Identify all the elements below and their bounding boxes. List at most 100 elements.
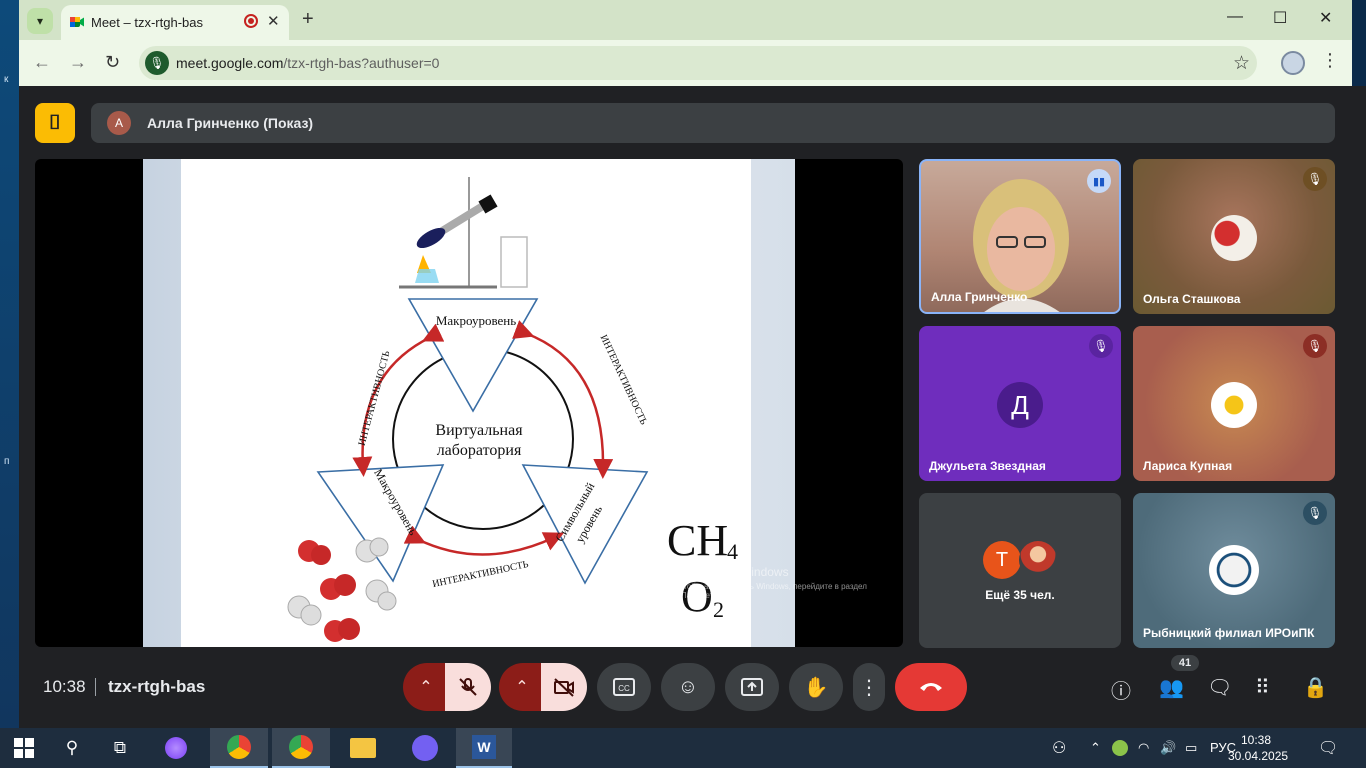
- chevron-up-icon: ⌃: [515, 679, 529, 696]
- maximize-icon[interactable]: ☐: [1273, 8, 1287, 28]
- arc-label-left: ИНТЕРАКТИВНОСТЬ: [357, 349, 393, 447]
- taskbar-viber[interactable]: [396, 728, 454, 768]
- notifications-icon[interactable]: 🗨: [1318, 738, 1338, 758]
- site-info-icon[interactable]: 🎙: [145, 51, 169, 75]
- divider: [95, 678, 96, 696]
- molecule-models-icon: [287, 537, 397, 642]
- taskbar-chrome-1[interactable]: [210, 728, 268, 768]
- taskbar-file-explorer[interactable]: [334, 728, 392, 768]
- windows-logo-icon: [14, 738, 34, 758]
- desktop-edge: к п: [0, 0, 19, 728]
- taskbar-word[interactable]: W: [456, 728, 512, 768]
- mic-options-button[interactable]: ⌃: [403, 663, 449, 711]
- watermark-subtitle: Чтобы активировать Windows, перейдите в …: [678, 582, 867, 600]
- meet-app: ⌷ А Алла Гринченко (Показ) Макроуровень …: [19, 86, 1352, 728]
- participant-tile[interactable]: 🎙 Рыбницкий филиал ИРОиПК: [1133, 493, 1335, 648]
- taskbar-clock[interactable]: 10:38 30.04.2025: [1228, 732, 1289, 764]
- captions-button[interactable]: CC: [597, 663, 651, 711]
- mic-off-icon: 🎙: [1303, 334, 1327, 358]
- chevron-up-icon: ⌃: [419, 679, 433, 696]
- apps-grid-icon[interactable]: ⠿: [1255, 675, 1270, 700]
- mic-toggle-button[interactable]: [445, 663, 491, 711]
- speaking-indicator-icon: ▮▮: [1087, 169, 1111, 193]
- door-icon[interactable]: ⌷: [35, 103, 75, 143]
- start-button[interactable]: [0, 728, 48, 768]
- formula-ch-sub: 4: [727, 539, 738, 564]
- forward-icon[interactable]: →: [69, 52, 87, 73]
- camera-options-button[interactable]: ⌃: [499, 663, 545, 711]
- participant-tile-more[interactable]: T Ещё 35 чел.: [919, 493, 1121, 648]
- tab-close-icon[interactable]: ✕: [267, 12, 280, 30]
- profile-avatar[interactable]: [1281, 51, 1305, 75]
- slide-diagram: Макроуровень Макроуровень Символьный уро…: [287, 177, 738, 642]
- participant-name: Ольга Сташкова: [1143, 292, 1241, 306]
- close-window-icon[interactable]: ✕: [1319, 8, 1332, 28]
- task-view-button[interactable]: ⧉: [96, 728, 144, 768]
- participant-tile[interactable]: 🎙 Ольга Сташкова: [1133, 159, 1335, 314]
- tab-search-button[interactable]: ▾: [27, 8, 53, 34]
- window-scroll-edge: [1352, 86, 1366, 728]
- avatar: [1211, 382, 1257, 428]
- present-button[interactable]: [725, 663, 779, 711]
- people-icon[interactable]: 👥: [1159, 675, 1184, 700]
- clock-date: 30.04.2025: [1228, 749, 1289, 763]
- new-tab-icon[interactable]: +: [302, 8, 314, 31]
- chat-icon[interactable]: 🗨: [1207, 675, 1232, 700]
- host-controls-lock-icon[interactable]: 🔒: [1303, 675, 1328, 700]
- camera-off-icon: [554, 678, 574, 697]
- search-icon: ⚲: [65, 738, 79, 757]
- viber-icon: [412, 735, 438, 761]
- taskbar-search-button[interactable]: ⚲: [48, 728, 96, 768]
- bookmark-star-icon[interactable]: ☆: [1233, 52, 1250, 75]
- captions-icon: CC: [613, 678, 635, 696]
- presenter-bar: А Алла Гринченко (Показ): [91, 103, 1335, 143]
- tab-meet[interactable]: Meet – tzx-rtgh-bas ✕: [61, 5, 289, 40]
- assistant-app-button[interactable]: [152, 728, 200, 768]
- url-domain: meet.google.com: [176, 55, 284, 71]
- center-label-1: Виртуальная: [435, 422, 523, 439]
- reactions-button[interactable]: ☺: [661, 663, 715, 711]
- mic-off-icon: 🎙: [1303, 501, 1327, 525]
- volume-icon[interactable]: 🔊: [1160, 740, 1176, 756]
- windows-taskbar: ⚲ ⧉ W ⚇ ⌃ ◠ 🔊 ▭ РУС 10:38 30.04.2025 🗨: [0, 728, 1366, 768]
- arc-label-bottom: ИНТЕРАКТИВНОСТЬ: [431, 559, 529, 590]
- address-bar[interactable]: 🎙 meet.google.com/tzx-rtgh-bas?authuser=…: [139, 46, 1257, 80]
- participant-tile[interactable]: ▮▮ Алла Гринченко: [919, 159, 1121, 314]
- tab-bar: ▾ Meet – tzx-rtgh-bas ✕ + — ☐ ✕: [19, 0, 1352, 40]
- back-icon[interactable]: ←: [33, 52, 51, 73]
- url-text: meet.google.com/tzx-rtgh-bas?authuser=0: [176, 55, 439, 71]
- participant-name: Джульета Звездная: [929, 459, 1046, 473]
- formula-ch-main: CH: [667, 516, 728, 565]
- svg-text:CC: CC: [618, 684, 630, 693]
- avatar: Д: [997, 382, 1043, 428]
- raise-hand-button[interactable]: ✋: [789, 663, 843, 711]
- info-icon[interactable]: ⓘ: [1111, 675, 1131, 704]
- minimize-icon[interactable]: —: [1227, 8, 1243, 26]
- tray-expand-icon[interactable]: ⌃: [1090, 740, 1101, 756]
- emoji-icon: ☺: [677, 675, 699, 698]
- browser-toolbar: ← → ↻ 🎙 meet.google.com/tzx-rtgh-bas?aut…: [19, 40, 1352, 86]
- browser-menu-icon[interactable]: ⋮: [1321, 50, 1339, 71]
- google-meet-icon: [70, 17, 84, 27]
- battery-icon[interactable]: ▭: [1185, 740, 1197, 756]
- avatar: T: [983, 541, 1021, 579]
- chevron-down-icon: ▾: [36, 14, 44, 28]
- people-tray-icon[interactable]: ⚇: [1052, 738, 1066, 758]
- more-options-button[interactable]: ⋮: [853, 663, 885, 711]
- camera-toggle-button[interactable]: [541, 663, 587, 711]
- meeting-time: 10:38: [43, 677, 86, 696]
- tray-app-icon[interactable]: [1112, 740, 1128, 759]
- hand-icon: ✋: [803, 676, 829, 699]
- tab-title: Meet – tzx-rtgh-bas: [91, 15, 203, 30]
- avatar: [1211, 215, 1257, 261]
- reload-icon[interactable]: ↻: [105, 52, 120, 73]
- leave-call-button[interactable]: [895, 663, 967, 711]
- presentation-stage[interactable]: Макроуровень Макроуровень Символьный уро…: [35, 159, 903, 647]
- formula-o-sub: 2: [713, 597, 724, 622]
- participant-tile[interactable]: 🎙 Лариса Купная: [1133, 326, 1335, 481]
- url-path: /tzx-rtgh-bas?authuser=0: [283, 55, 440, 71]
- browser-window: ▾ Meet – tzx-rtgh-bas ✕ + — ☐ ✕ ← → ↻ 🎙 …: [19, 0, 1352, 728]
- participant-tile[interactable]: 🎙 Д Джульета Звездная: [919, 326, 1121, 481]
- taskbar-chrome-2[interactable]: [272, 728, 330, 768]
- network-icon[interactable]: ◠: [1138, 740, 1149, 756]
